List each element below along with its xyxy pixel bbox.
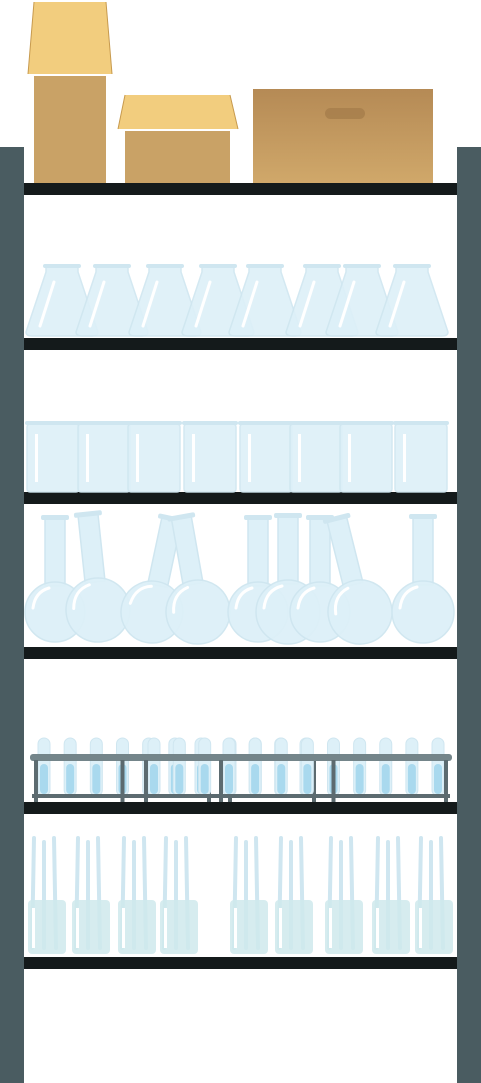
beaker-with-rods	[275, 836, 313, 954]
beaker	[393, 421, 449, 493]
tall-open-box	[27, 1, 113, 183]
beaker	[182, 421, 238, 493]
beaker-with-rods	[372, 836, 410, 954]
beaker-with-rods	[325, 836, 363, 954]
test-tube-rack	[215, 737, 452, 802]
beaker	[288, 421, 344, 493]
erlenmeyer-flasks-group	[25, 264, 449, 337]
beaker-with-rods	[230, 836, 268, 954]
shelf-items-art	[24, 1, 455, 954]
beaker-with-rods	[118, 836, 156, 954]
beaker	[338, 421, 394, 493]
small-open-box	[117, 94, 239, 183]
beaker-with-rods	[28, 836, 66, 954]
lab-shelving-illustration	[0, 0, 481, 1083]
beaker-with-rods	[72, 836, 110, 954]
beaker	[25, 421, 81, 493]
box-handle	[325, 108, 365, 119]
beakers-group	[25, 421, 449, 493]
round-bottom-flask	[391, 514, 455, 644]
beaker	[126, 421, 182, 493]
beaker	[238, 421, 294, 493]
beaker	[76, 421, 132, 493]
erlenmeyer-flask	[375, 264, 449, 337]
beaker-with-rods	[160, 836, 198, 954]
test-tube-rack	[30, 737, 215, 802]
round-bottom-flasks-group	[24, 510, 455, 645]
test-tube-racks-group	[30, 737, 452, 802]
beakers-with-rods-group	[28, 836, 453, 954]
beaker-with-rods	[415, 836, 453, 954]
boxes-group	[27, 1, 433, 183]
closed-box	[253, 89, 433, 183]
